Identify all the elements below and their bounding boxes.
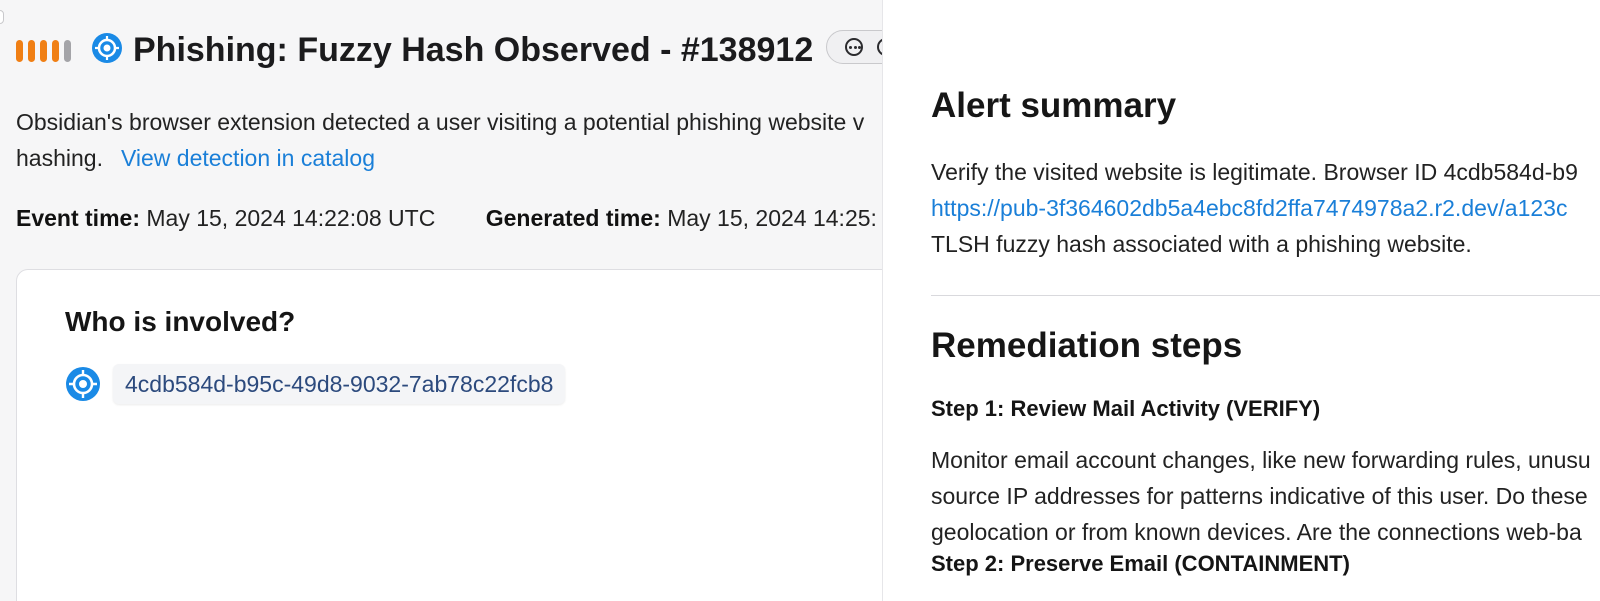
remediation-heading: Remediation steps — [931, 326, 1243, 365]
event-time-label: Event time: — [16, 205, 140, 231]
who-is-involved-card: Who is involved? 4cdb584d-b95c-49d8-9032… — [16, 269, 882, 601]
obsidian-logo-icon — [92, 33, 122, 63]
generated-time-value: May 15, 2024 14:25: — [667, 205, 877, 231]
summary-line: Verify the visited website is legitimate… — [931, 159, 1578, 185]
event-time-value: May 15, 2024 14:22:08 UTC — [146, 205, 436, 231]
step-line: geolocation or from known devices. Are t… — [931, 519, 1582, 545]
alert-summary-heading: Alert summary — [931, 86, 1177, 125]
summary-line: TLSH fuzzy hash associated with a phishi… — [931, 231, 1472, 257]
step-1-title: Step 1: Review Mail Activity (VERIFY) — [931, 396, 1321, 421]
card-heading: Who is involved? — [65, 306, 296, 337]
generated-time-label: Generated time: — [485, 205, 661, 231]
step-2-title: Step 2: Preserve Email (CONTAINMENT) — [931, 551, 1350, 576]
severity-bar — [28, 40, 35, 62]
view-detection-link[interactable]: View detection in catalog — [121, 145, 375, 171]
phishing-url-link[interactable]: https://pub-3f364602db5a4ebc8fd2ffa74749… — [931, 195, 1567, 221]
severity-bar — [40, 40, 47, 62]
step-line: source IP addresses for patterns indicat… — [931, 483, 1588, 509]
severity-indicator — [16, 40, 71, 62]
description-text-continued: hashing. — [16, 145, 103, 171]
severity-bar — [64, 40, 71, 62]
more-actions-button[interactable] — [826, 30, 882, 64]
step-1-text: Monitor email account changes, like new … — [931, 442, 1591, 550]
alert-times: Event time: May 15, 2024 14:22:08 UTC Ge… — [16, 200, 877, 236]
step-line: Monitor email account changes, like new … — [931, 447, 1591, 473]
alert-description: Obsidian's browser extension detected a … — [16, 104, 882, 176]
severity-bar — [52, 40, 59, 62]
entity-id-chip[interactable]: 4cdb584d-b95c-49d8-9032-7ab78c22fcb8 — [113, 364, 566, 404]
alert-summary-text: Verify the visited website is legitimate… — [931, 154, 1578, 262]
more-options-icon — [845, 38, 863, 56]
alert-title: Phishing: Fuzzy Hash Observed - #138912 — [133, 31, 814, 69]
obsidian-logo-icon — [66, 367, 100, 401]
description-text: Obsidian's browser extension detected a … — [16, 109, 865, 135]
alert-summary-pane: Alert summary Verify the visited website… — [882, 0, 1600, 601]
alert-detail-pane: Phishing: Fuzzy Hash Observed - #138912 … — [0, 0, 882, 601]
panel-edge-handle[interactable] — [0, 10, 4, 24]
divider — [931, 295, 1600, 296]
severity-bar — [16, 40, 23, 62]
